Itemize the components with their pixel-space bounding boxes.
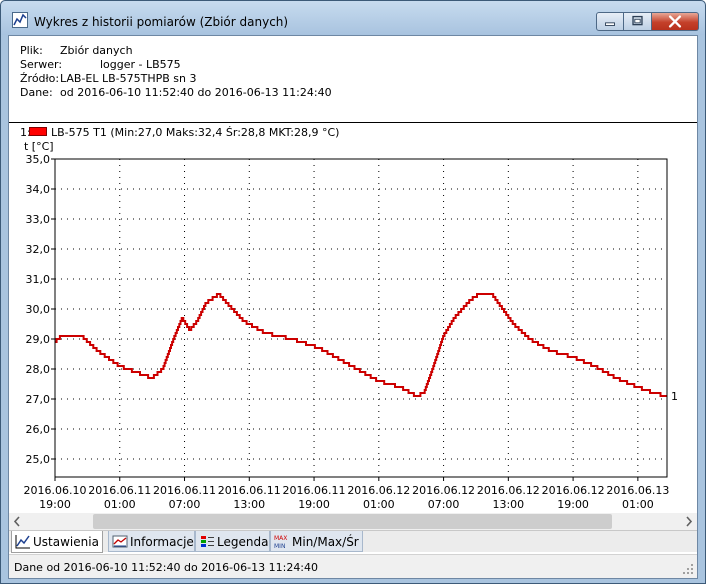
x-tick-date: 2016.06.11: [153, 484, 216, 497]
info-separator: [9, 122, 697, 123]
minimize-button[interactable]: [596, 12, 624, 31]
x-tick-date: 2016.06.11: [88, 484, 151, 497]
grid-layer: [51, 158, 667, 481]
info-chart-icon: [112, 535, 128, 548]
x-tick-time: 19:00: [557, 498, 589, 511]
x-tick-time: 19:00: [39, 498, 71, 511]
y-tick-label: 26,0: [26, 423, 51, 436]
x-tick-date: 2016.06.12: [542, 484, 605, 497]
x-tick-date: 2016.06.12: [477, 484, 540, 497]
data-value: od 2016-06-10 11:52:40 do 2016-06-13 11:…: [60, 86, 332, 99]
minimize-icon: [605, 22, 615, 26]
maximize-icon: [632, 15, 643, 26]
tab-ustawienia[interactable]: Ustawienia: [11, 531, 103, 553]
x-tick-date: 2016.06.11: [218, 484, 281, 497]
file-label: Plik:: [20, 44, 43, 57]
x-tick-date: 2016.06.12: [347, 484, 410, 497]
client-area: Plik: Zbiór danych Serwer: logger - LB57…: [8, 35, 698, 579]
chart-app-icon: [12, 12, 28, 28]
tab-label: Ustawienia: [33, 535, 99, 549]
series-end-label: 1: [671, 390, 678, 403]
y-tick-label: 31,0: [26, 273, 51, 286]
legend-text: LB-575 T1 (Min:27,0 Maks:32,4 Śr:28,8 MK…: [51, 126, 340, 139]
x-tick-time: 13:00: [492, 498, 524, 511]
source-value: LAB-EL LB-575THPB sn 3: [60, 72, 197, 85]
chart-window: Wykres z historii pomiarów (Zbiór danych…: [0, 0, 706, 584]
legend-color-swatch: [29, 127, 47, 136]
y-tick-label: 34,0: [26, 183, 51, 196]
chart-line-icon: [15, 535, 30, 549]
maximize-button[interactable]: [624, 12, 652, 31]
chevron-left-icon: [13, 516, 20, 527]
y-tick-label: 25,0: [26, 453, 51, 466]
x-tick-time: 01:00: [104, 498, 136, 511]
x-tick-time: 07:00: [169, 498, 201, 511]
x-tick-labels: 2016.06.1019:002016.06.1101:002016.06.11…: [24, 484, 670, 511]
legend-icon: [201, 536, 214, 547]
tab-legenda[interactable]: Legenda: [195, 531, 270, 552]
min-max-icon: MAX MIN: [274, 535, 287, 549]
svg-text:MAX: MAX: [274, 535, 287, 542]
svg-text:MIN: MIN: [274, 543, 285, 549]
tab-bar: Ustawienia Informacje Legenda MAX MIN Mi…: [9, 530, 697, 553]
x-tick-time: 01:00: [622, 498, 654, 511]
file-value: Zbiór danych: [60, 44, 133, 57]
x-tick-time: 01:00: [363, 498, 395, 511]
y-tick-label: 35,0: [26, 154, 51, 166]
y-axis-label: t [°C]: [24, 140, 54, 153]
status-text: Dane od 2016-06-10 11:52:40 do 2016-06-1…: [14, 561, 319, 574]
y-tick-label: 32,0: [26, 243, 51, 256]
y-tick-label: 29,0: [26, 333, 51, 346]
tab-label: Min/Max/Śr: [292, 535, 359, 549]
window-title: Wykres z historii pomiarów (Zbiór danych…: [34, 15, 289, 29]
temperature-chart[interactable]: 35,0 34,0 33,0 32,0 31,0 30,0 29,0 28,0 27,0 26,0…: [9, 154, 697, 512]
x-tick-time: 07:00: [428, 498, 460, 511]
y-tick-label: 30,0: [26, 303, 51, 316]
y-tick-label: 28,0: [26, 363, 51, 376]
horizontal-scrollbar[interactable]: [9, 513, 697, 530]
scroll-thumb[interactable]: [93, 514, 612, 529]
resize-grip-icon[interactable]: [683, 564, 695, 576]
tab-label: Informacje: [130, 535, 194, 549]
y-tick-labels: 35,0 34,0 33,0 32,0 31,0 30,0 29,0 28,0 27,0 26,0…: [26, 154, 51, 466]
close-button[interactable]: [652, 12, 699, 31]
tab-informacje[interactable]: Informacje: [108, 531, 195, 552]
source-label: Źródło:: [20, 72, 60, 85]
close-icon: [668, 15, 682, 28]
x-tick-time: 13:00: [233, 498, 265, 511]
x-tick-date: 2016.06.11: [283, 484, 346, 497]
status-bar: Dane od 2016-06-10 11:52:40 do 2016-06-1…: [9, 554, 697, 578]
x-tick-date: 2016.06.10: [24, 484, 87, 497]
y-tick-label: 27,0: [26, 393, 51, 406]
chevron-right-icon: [686, 516, 693, 527]
tab-label: Legenda: [217, 535, 269, 549]
title-bar[interactable]: Wykres z historii pomiarów (Zbiór danych…: [1, 1, 705, 35]
x-tick-date: 2016.06.12: [412, 484, 475, 497]
x-tick-time: 19:00: [298, 498, 330, 511]
data-label: Dane:: [20, 86, 53, 99]
tab-min-max-sr[interactable]: MAX MIN Min/Max/Śr: [270, 531, 363, 552]
scroll-right-button[interactable]: [680, 513, 697, 530]
series-layer: 1: [55, 293, 678, 403]
y-tick-label: 33,0: [26, 213, 51, 226]
server-value: logger - LB575: [100, 58, 181, 71]
scroll-left-button[interactable]: [9, 513, 26, 530]
server-label: Serwer:: [20, 58, 63, 71]
info-panel: Plik: Zbiór danych Serwer: logger - LB57…: [9, 36, 697, 122]
x-tick-date: 2016.06.13: [606, 484, 669, 497]
